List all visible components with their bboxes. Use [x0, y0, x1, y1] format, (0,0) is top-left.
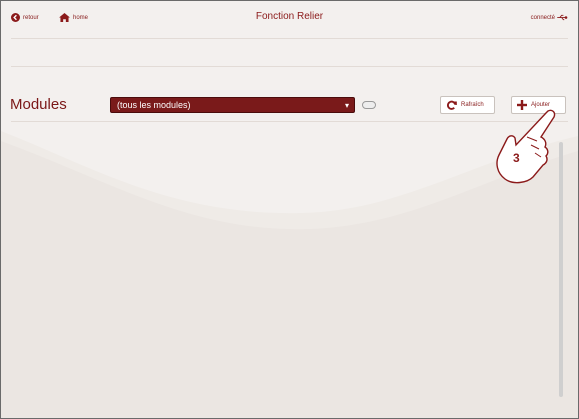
app-window: retour home Fonction Relier connecté Mod… [0, 0, 579, 419]
connection-status: connecté [531, 14, 568, 21]
header-divider [11, 66, 568, 67]
module-select-value: (tous les modules) [117, 100, 191, 110]
refresh-icon [446, 100, 457, 111]
chevron-down-icon: ▾ [344, 101, 349, 110]
module-select[interactable]: (tous les modules) ▾ [110, 97, 355, 113]
toolbar-divider [11, 121, 568, 122]
refresh-label: Rafraîch [461, 102, 484, 108]
top-bar: retour home Fonction Relier connecté [1, 1, 578, 38]
connection-label: connecté [530, 14, 555, 21]
page-title: Fonction Relier [255, 11, 324, 22]
background-wave [1, 131, 578, 418]
pointing-hand-icon [496, 109, 556, 184]
add-label: Ajouter [531, 102, 551, 108]
modules-label: Modules [10, 96, 67, 113]
top-divider [11, 38, 568, 39]
filter-toggle[interactable] [362, 101, 376, 109]
usb-icon [557, 14, 568, 21]
step-number: 3 [513, 151, 520, 165]
refresh-button[interactable]: Rafraîch [440, 96, 495, 114]
